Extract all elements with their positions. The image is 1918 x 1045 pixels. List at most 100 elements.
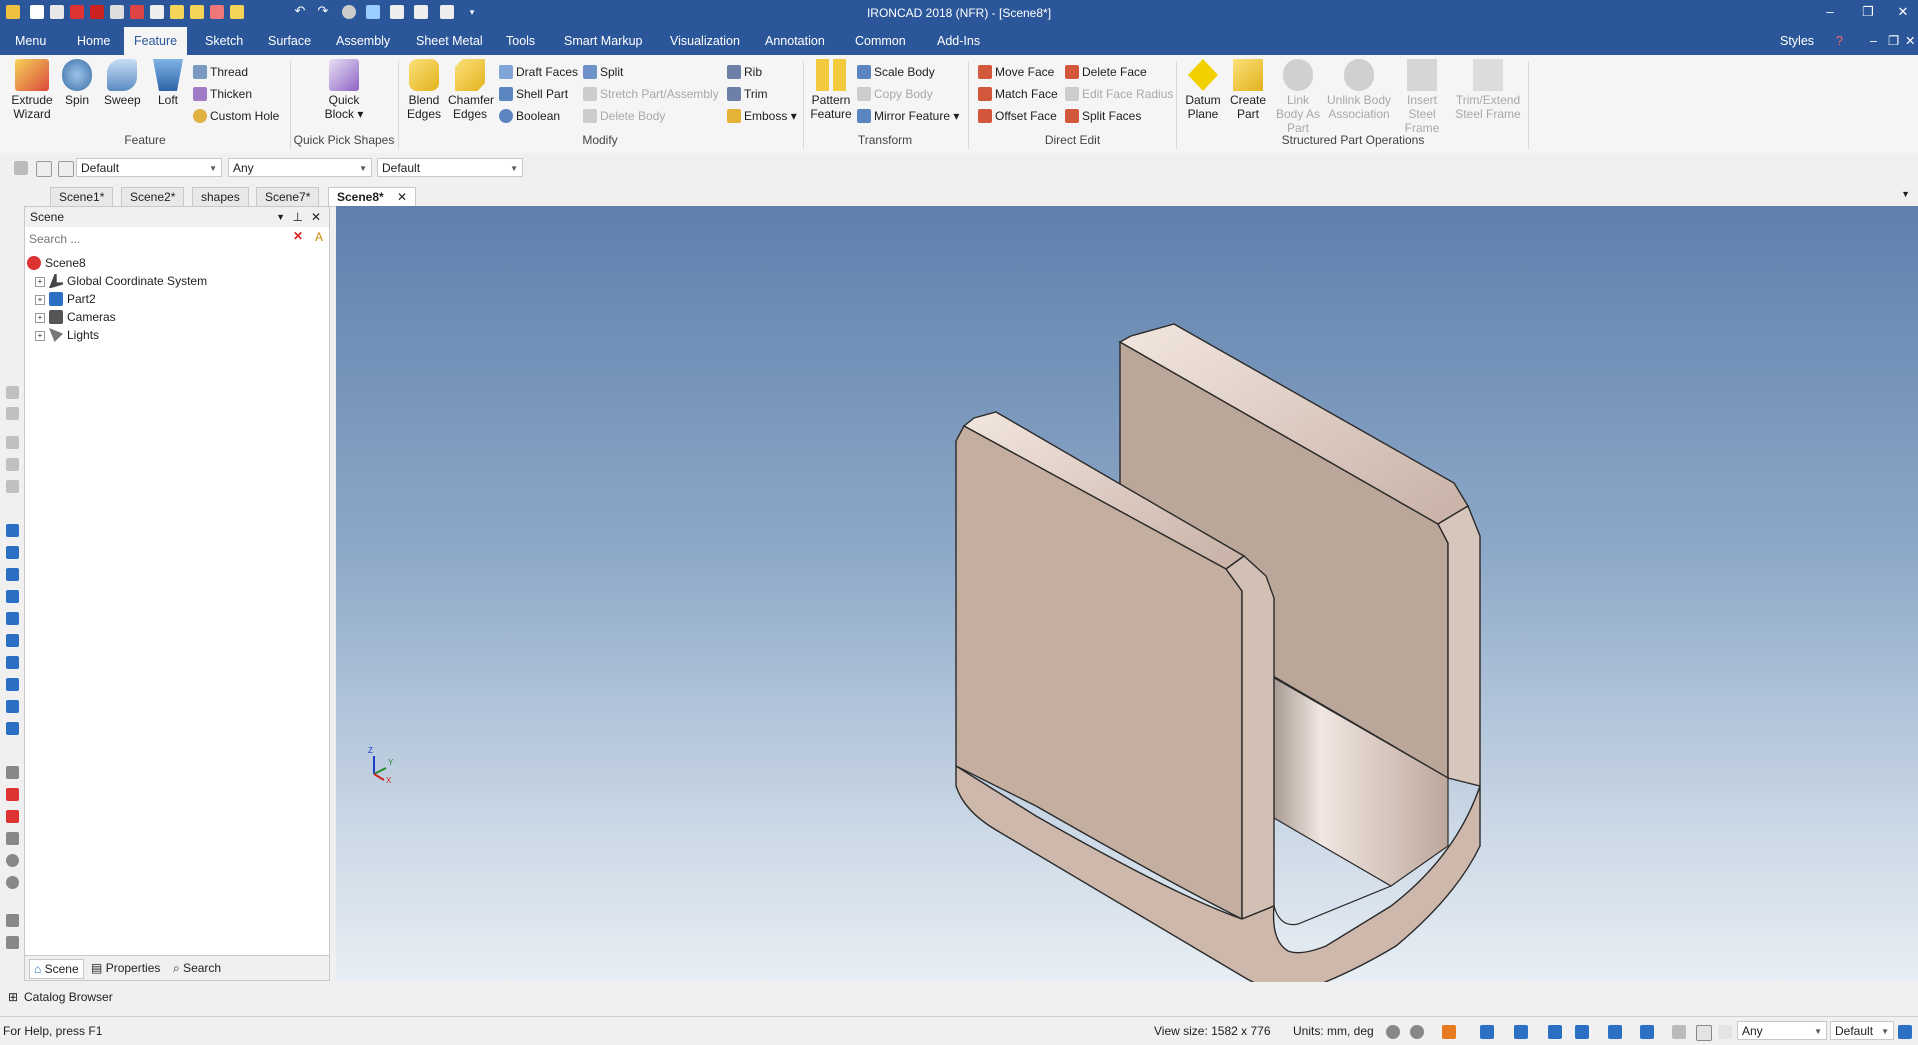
render-mode-icon[interactable] [1640,1025,1654,1039]
boolean-button[interactable]: Boolean [499,107,560,125]
expand-icon[interactable]: + [35,295,45,305]
offset-face-button[interactable]: Offset Face [978,107,1057,125]
tabs-overflow-icon[interactable]: ▼ [1901,189,1910,199]
emboss-button[interactable]: Emboss ▾ [727,107,797,125]
ribbon-close-icon[interactable]: ✕ [1895,27,1918,55]
tool-icon[interactable] [6,436,19,449]
tab-add-ins[interactable]: Add-Ins [927,27,990,55]
styles-menu[interactable]: Styles [1770,27,1824,55]
tab-assembly[interactable]: Assembly [326,27,400,55]
view-front-icon[interactable] [6,524,19,537]
chamfer-edges-button[interactable]: Chamfer Edges [448,59,494,121]
orbit-icon[interactable] [6,876,19,889]
doc-tab-scene2[interactable]: Scene2* [121,187,185,206]
view-iso-icon[interactable] [6,678,19,691]
tree-item-cameras[interactable]: + Cameras [35,309,116,325]
tab-annotation[interactable]: Annotation [755,27,835,55]
tab-tools[interactable]: Tools [496,27,545,55]
u-bracket-part[interactable] [955,323,1481,982]
zoom-window-icon[interactable] [1410,1025,1424,1039]
tool-icon[interactable] [6,788,19,801]
select-icon[interactable] [14,161,28,175]
catalog-browser-bar[interactable]: ⊞ Catalog Browser [0,983,1918,1011]
view-icon[interactable] [1442,1025,1456,1039]
custom-hole-button[interactable]: Custom Hole [193,107,279,125]
tool-icon[interactable] [1672,1025,1686,1039]
view-icon[interactable] [1514,1025,1528,1039]
clear-search-icon[interactable]: ✕ [293,229,303,243]
view-left-icon[interactable] [6,568,19,581]
tool-icon[interactable] [6,458,19,471]
tab-surface[interactable]: Surface [258,27,321,55]
tree-item-lights[interactable]: + Lights [35,327,99,343]
expand-icon[interactable]: + [35,313,45,323]
extrude-wizard-button[interactable]: Extrude Wizard [8,59,56,121]
select-mode-icon[interactable] [58,161,74,177]
move-face-button[interactable]: Move Face [978,63,1054,81]
restore-button[interactable]: ❐ [1858,4,1878,20]
tab-visualization[interactable]: Visualization [660,27,750,55]
scale-body-button[interactable]: Scale Body [857,63,935,81]
doc-tab-scene8[interactable]: Scene8* ✕ [328,187,417,206]
create-part-button[interactable]: Create Part [1226,59,1270,121]
scene-search-input[interactable] [27,229,287,249]
view-icon[interactable] [1480,1025,1494,1039]
tree-item-global-coordinate-system[interactable]: + Global Coordinate System [35,273,207,289]
tab-smart-markup[interactable]: Smart Markup [554,27,653,55]
split-button[interactable]: Split [583,63,623,81]
split-faces-button[interactable]: Split Faces [1065,107,1141,125]
material-combo[interactable]: Default ▼ [377,158,523,177]
tool-icon[interactable] [6,407,19,420]
thicken-button[interactable]: Thicken [193,85,252,103]
filter-combo[interactable]: Any ▼ [228,158,372,177]
draft-faces-button[interactable]: Draft Faces [499,63,578,81]
tool-icon[interactable] [6,810,19,823]
view-iso-icon[interactable] [6,722,19,735]
tab-home[interactable]: Home [67,27,120,55]
expand-icon[interactable]: + [35,331,45,341]
render-mode-icon[interactable] [1575,1025,1589,1039]
status-style-combo[interactable]: Default ▼ [1830,1021,1894,1040]
pin-icon[interactable]: ⊥ [293,207,303,227]
rib-button[interactable]: Rib [727,63,762,81]
tool-icon[interactable] [6,914,19,927]
view-right-icon[interactable] [6,634,19,647]
angle-icon[interactable] [6,832,19,845]
zoom-icon[interactable] [1386,1025,1400,1039]
expand-icon[interactable]: + [35,277,45,287]
3d-viewport[interactable]: Z Y X [336,206,1918,982]
tree-item-part2[interactable]: + Part2 [35,291,96,307]
filter-icon[interactable]: A [315,230,323,244]
minimize-button[interactable]: – [1820,4,1840,19]
blend-edges-button[interactable]: Blend Edges [404,59,444,121]
tool-icon[interactable] [6,480,19,493]
view-iso-icon[interactable] [6,700,19,713]
unlink-body-button[interactable]: Unlink Body Association [1326,59,1392,121]
quick-block-button[interactable]: Quick Block ▾ [320,59,368,121]
tab-sheet-metal[interactable]: Sheet Metal [406,27,493,55]
doc-tab-scene1[interactable]: Scene1* [50,187,114,206]
tab-common[interactable]: Common [845,27,916,55]
view-back-icon[interactable] [6,590,19,603]
panel-tab-properties[interactable]: ▤ Properties [91,959,160,977]
view-top-icon[interactable] [6,546,19,559]
pointer-icon[interactable] [1696,1025,1712,1041]
close-tab-icon[interactable]: ✕ [397,190,407,204]
style-combo[interactable]: Default ▼ [76,158,222,177]
panel-dropdown-icon[interactable]: ▼ [276,207,285,227]
tool-icon[interactable] [6,386,19,399]
render-mode-icon[interactable] [1548,1025,1562,1039]
render-mode-icon[interactable] [1608,1025,1622,1039]
doc-tab-shapes[interactable]: shapes [192,187,249,206]
pattern-feature-button[interactable]: Pattern Feature [808,59,854,121]
measure-icon[interactable] [6,766,19,779]
spin-button[interactable]: Spin [60,59,94,107]
pointer-icon[interactable] [1718,1025,1732,1039]
close-button[interactable]: ✕ [1893,4,1913,20]
delete-body-button[interactable]: Delete Body [583,107,665,125]
tool-icon[interactable] [1898,1025,1912,1039]
tab-menu[interactable]: Menu [5,27,56,55]
view-iso-icon[interactable] [6,656,19,669]
tool-icon[interactable] [6,936,19,949]
view-bottom-icon[interactable] [6,612,19,625]
